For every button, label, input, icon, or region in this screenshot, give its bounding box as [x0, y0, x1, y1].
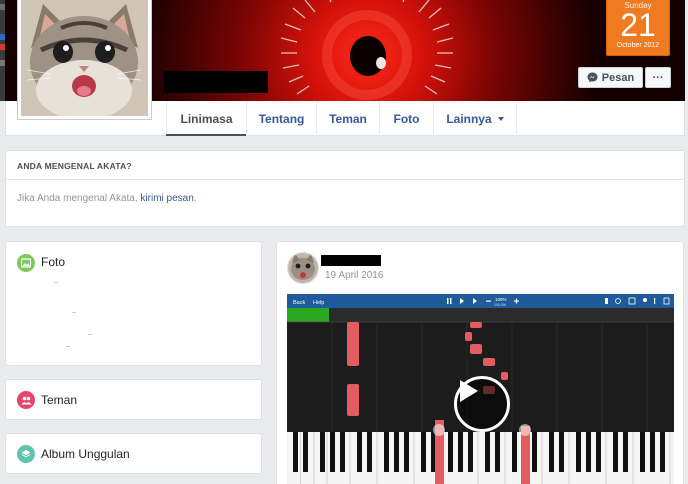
photo-thumbnail[interactable]: [66, 346, 70, 347]
video-menu-back: Back: [293, 300, 305, 306]
video-zoom-top: 100%: [495, 297, 507, 302]
featured-albums-card: Album Unggulan: [5, 433, 262, 474]
friends-card: Teman: [5, 379, 262, 420]
know-card-heading: ANDA MENGENAL AKATA?: [6, 151, 684, 180]
tab-friends[interactable]: Teman: [316, 101, 379, 136]
know-card-text-after: .: [193, 193, 197, 204]
profile-picture[interactable]: [17, 0, 152, 120]
redacted-author-name: [321, 255, 381, 266]
post-card: 19 April 2016 Back Help 100% 100.0%: [276, 241, 684, 484]
active-tab-indicator: [166, 134, 246, 136]
tab-timeline[interactable]: Linimasa: [166, 101, 246, 136]
friends-icon: [17, 391, 35, 409]
calendar-icon: Sunday 21 October 2012: [606, 0, 670, 56]
kitten-photo: [21, 0, 148, 116]
play-icon: [460, 380, 478, 402]
tab-label: Lainnya: [446, 111, 492, 126]
play-button[interactable]: [454, 376, 510, 432]
photo-thumbnail[interactable]: [72, 312, 76, 313]
photo-icon: [17, 254, 35, 272]
redacted-page-name: [164, 71, 268, 93]
featured-albums-card-title[interactable]: Album Unggulan: [41, 447, 130, 461]
know-card-text: Jika Anda mengenal Akata, kirimi pesan.: [6, 180, 684, 204]
tab-label: Teman: [329, 111, 367, 126]
friends-card-title[interactable]: Teman: [41, 393, 77, 407]
tab-photos[interactable]: Foto: [379, 101, 433, 136]
post-author-avatar[interactable]: [287, 252, 319, 284]
tab-more[interactable]: Lainnya: [433, 101, 517, 136]
send-message-link[interactable]: kirimi pesan: [140, 193, 193, 204]
messenger-icon: [587, 72, 598, 83]
tab-label: Linimasa: [180, 111, 233, 126]
photo-thumbnail[interactable]: [54, 282, 58, 283]
tab-label: Foto: [393, 111, 420, 126]
tab-label: Tentang: [258, 111, 305, 126]
layers-icon: [17, 445, 35, 463]
post-video[interactable]: Back Help 100% 100.0%: [287, 294, 674, 484]
more-button-label: ···: [652, 71, 664, 84]
know-card-text-before: Jika Anda mengenal Akata,: [17, 193, 141, 204]
photo-thumbnail[interactable]: [88, 334, 92, 335]
message-button-label: Pesan: [601, 71, 635, 84]
calendar-day-number: 21: [620, 7, 656, 43]
more-button[interactable]: ···: [645, 67, 671, 88]
post-date[interactable]: 19 April 2016: [325, 270, 383, 281]
photos-card-title[interactable]: Foto: [41, 255, 65, 269]
calendar-day-label: Sunday: [624, 1, 652, 10]
caret-down-icon: [497, 116, 504, 121]
photos-card: Foto: [5, 241, 262, 366]
video-menu-help: Help: [313, 300, 324, 306]
calendar-month-year: October 2012: [616, 42, 660, 49]
message-button[interactable]: Pesan: [578, 67, 643, 88]
know-page-card: ANDA MENGENAL AKATA? Jika Anda mengenal …: [5, 150, 685, 227]
tab-about[interactable]: Tentang: [246, 101, 316, 136]
video-zoom-bottom: 100.0%: [494, 303, 506, 307]
